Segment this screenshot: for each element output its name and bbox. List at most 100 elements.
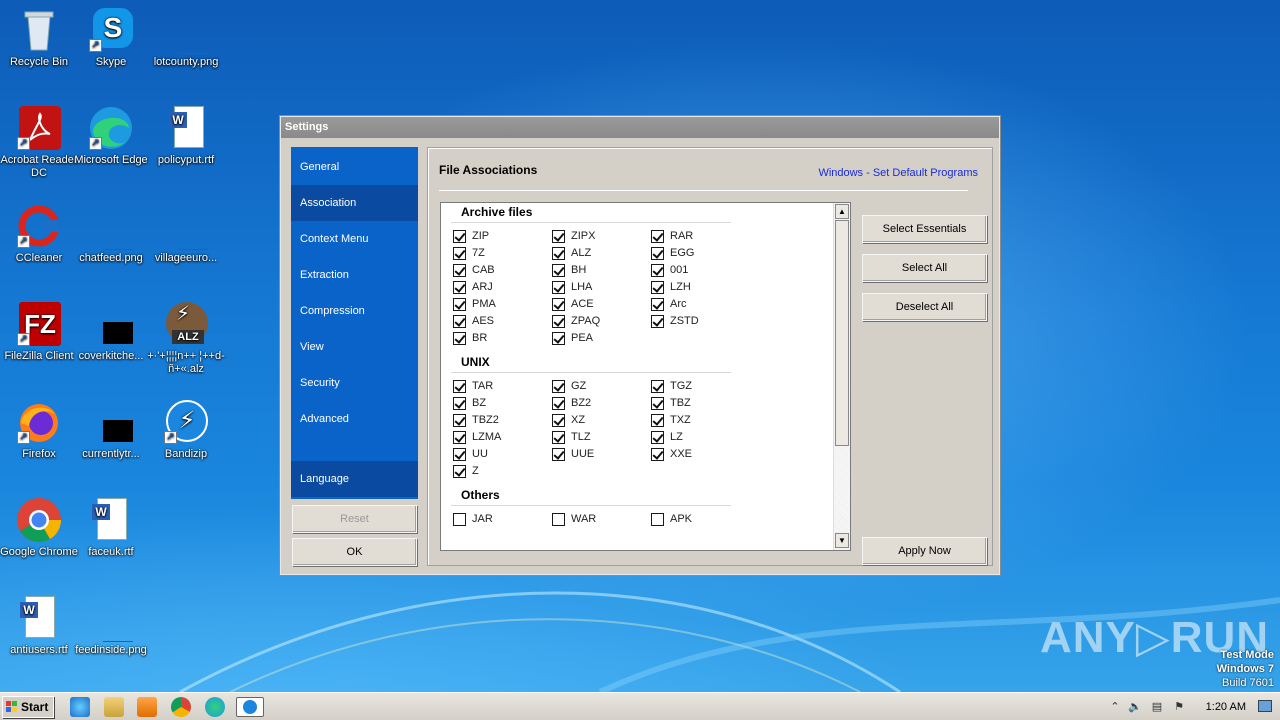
desktop-icon-faceuk[interactable]: W faceuk.rtf <box>72 496 150 559</box>
association-checkbox[interactable]: BH <box>552 264 586 280</box>
file-explorer-icon[interactable] <box>104 697 124 717</box>
list-scrollbar[interactable]: ▲ ▼ <box>833 203 850 550</box>
desktop-icon-acrobat[interactable]: ↗ Acrobat Reader DC <box>0 104 78 180</box>
association-checkbox[interactable]: TBZ <box>651 397 691 413</box>
desktop-icon-antiusers[interactable]: W antiusers.rtf <box>0 594 78 657</box>
select-all-button[interactable]: Select All <box>862 254 987 282</box>
desktop-icon-policyput[interactable]: W policyput.rtf <box>147 104 225 167</box>
desktop-icon-villageeuro[interactable]: villageeuro... <box>147 202 225 265</box>
tray-clock[interactable]: 1:20 AM <box>1206 701 1246 713</box>
start-button[interactable]: Start <box>2 696 54 718</box>
select-essentials-button[interactable]: Select Essentials <box>862 215 987 243</box>
association-checkbox[interactable]: TXZ <box>651 414 691 430</box>
association-checkbox[interactable]: PEA <box>552 332 593 348</box>
desktop-icon-bandizip[interactable]: ⚡ ↗ Bandizip <box>147 398 225 461</box>
association-checkbox[interactable]: XZ <box>552 414 585 430</box>
association-checkbox[interactable]: BR <box>453 332 487 348</box>
association-checkbox[interactable]: ZIP <box>453 230 489 246</box>
volume-icon[interactable]: 🔈 <box>1128 700 1142 714</box>
nav-item-view[interactable]: View <box>291 329 418 365</box>
association-checkbox[interactable]: ACE <box>552 298 594 314</box>
internet-explorer-icon[interactable] <box>70 697 90 717</box>
nav-item-advanced[interactable]: Advanced <box>291 401 418 437</box>
association-checkbox[interactable]: LZH <box>651 281 691 297</box>
association-checkbox[interactable]: XXE <box>651 448 692 464</box>
action-center-flag-icon[interactable]: ⚑ <box>1172 700 1186 714</box>
start-label: Start <box>21 700 49 714</box>
show-hidden-icons-arrow-icon[interactable]: ⌃ <box>1108 700 1122 714</box>
nav-item-context-menu[interactable]: Context Menu <box>291 221 418 257</box>
association-checkbox[interactable]: ALZ <box>552 247 591 263</box>
association-checkbox[interactable]: ZSTD <box>651 315 699 331</box>
checkbox-checked-icon <box>552 264 565 277</box>
association-checkbox[interactable]: 001 <box>651 264 688 280</box>
association-checkbox[interactable]: LZ <box>651 431 683 447</box>
desktop-icon-recycle-bin[interactable]: Recycle Bin <box>0 6 78 69</box>
edge-taskbar-icon[interactable] <box>205 697 225 717</box>
nav-item-extraction[interactable]: Extraction <box>291 257 418 293</box>
nav-item-association[interactable]: Association <box>291 185 418 221</box>
group-divider <box>451 505 731 506</box>
association-checkbox[interactable]: TAR <box>453 380 493 396</box>
scroll-up-arrow-icon[interactable]: ▲ <box>835 204 849 219</box>
media-player-icon[interactable] <box>137 697 157 717</box>
desktop-icon-edge[interactable]: ↗ Microsoft Edge <box>72 104 150 167</box>
deselect-all-button[interactable]: Deselect All <box>862 293 987 321</box>
ok-button[interactable]: OK <box>292 538 417 566</box>
association-checkbox[interactable]: BZ2 <box>552 397 591 413</box>
scroll-thumb[interactable] <box>835 220 849 446</box>
reset-button[interactable]: Reset <box>292 505 417 533</box>
association-checkbox[interactable]: TGZ <box>651 380 692 396</box>
checkbox-label: ZIP <box>472 230 490 242</box>
desktop-icon-skype[interactable]: S ↗ Skype <box>72 6 150 69</box>
association-checkbox[interactable]: TLZ <box>552 431 591 447</box>
desktop-icon-feedinside[interactable]: feedinside.png <box>72 594 150 657</box>
desktop-icon-coverkitche[interactable]: coverkitche... <box>72 300 150 363</box>
apply-now-button[interactable]: Apply Now <box>862 537 987 565</box>
window-title[interactable]: Settings <box>281 117 999 138</box>
nav-item-general[interactable]: General <box>291 149 418 185</box>
desktop-icon-lotcounty[interactable]: lotcounty.png <box>147 6 225 69</box>
show-desktop-icon[interactable] <box>1258 700 1272 712</box>
association-checkbox[interactable]: TBZ2 <box>453 414 499 430</box>
association-checkbox[interactable]: BZ <box>453 397 486 413</box>
nav-item-language[interactable]: Language <box>291 461 418 497</box>
checkbox-label: BR <box>472 332 488 344</box>
desktop-icon-filezilla[interactable]: FZ ↗ FileZilla Client <box>0 300 78 363</box>
desktop-icon-alz-archive[interactable]: ⚡ ALZ +·'+¦¦¦¦n++ ¦++d-ñ+«.alz <box>147 300 225 376</box>
network-icon[interactable]: ▤ <box>1150 700 1164 714</box>
association-checkbox[interactable]: CAB <box>453 264 495 280</box>
bandizip-taskbar-button[interactable] <box>236 697 264 717</box>
association-checkbox[interactable]: JAR <box>453 513 493 529</box>
desktop-icon-ccleaner[interactable]: ↗ CCleaner <box>0 202 78 265</box>
desktop-icon-label: coverkitche... <box>78 350 144 362</box>
association-checkbox[interactable]: 7Z <box>453 247 485 263</box>
association-checkbox[interactable]: Z <box>453 465 479 481</box>
association-checkbox[interactable]: RAR <box>651 230 693 246</box>
nav-item-security[interactable]: Security <box>291 365 418 401</box>
association-list[interactable]: Archive files ZIP ZIPX RAR 7Z ALZ EGG CAB BH 001 A… <box>440 202 851 551</box>
desktop-icon-currentlytr[interactable]: currentlytr... <box>72 398 150 461</box>
association-checkbox[interactable]: Arc <box>651 298 687 314</box>
checkbox-label: TXZ <box>670 414 691 426</box>
association-checkbox[interactable]: WAR <box>552 513 596 529</box>
association-checkbox[interactable]: UU <box>453 448 488 464</box>
association-checkbox[interactable]: GZ <box>552 380 586 396</box>
default-programs-link[interactable]: Windows - Set Default Programs <box>818 167 978 179</box>
association-checkbox[interactable]: ARJ <box>453 281 493 297</box>
desktop-icon-firefox[interactable]: ↗ Firefox <box>0 398 78 461</box>
desktop-icon-chatfeed[interactable]: chatfeed.png <box>72 202 150 265</box>
nav-item-compression[interactable]: Compression <box>291 293 418 329</box>
association-checkbox[interactable]: APK <box>651 513 692 529</box>
association-checkbox[interactable]: EGG <box>651 247 694 263</box>
scroll-down-arrow-icon[interactable]: ▼ <box>835 533 849 548</box>
association-checkbox[interactable]: LHA <box>552 281 592 297</box>
association-checkbox[interactable]: PMA <box>453 298 496 314</box>
association-checkbox[interactable]: UUE <box>552 448 594 464</box>
association-checkbox[interactable]: ZPAQ <box>552 315 600 331</box>
association-checkbox[interactable]: ZIPX <box>552 230 595 246</box>
desktop-icon-chrome[interactable]: Google Chrome <box>0 496 78 559</box>
association-checkbox[interactable]: LZMA <box>453 431 501 447</box>
chrome-taskbar-icon[interactable] <box>171 697 191 717</box>
association-checkbox[interactable]: AES <box>453 315 494 331</box>
